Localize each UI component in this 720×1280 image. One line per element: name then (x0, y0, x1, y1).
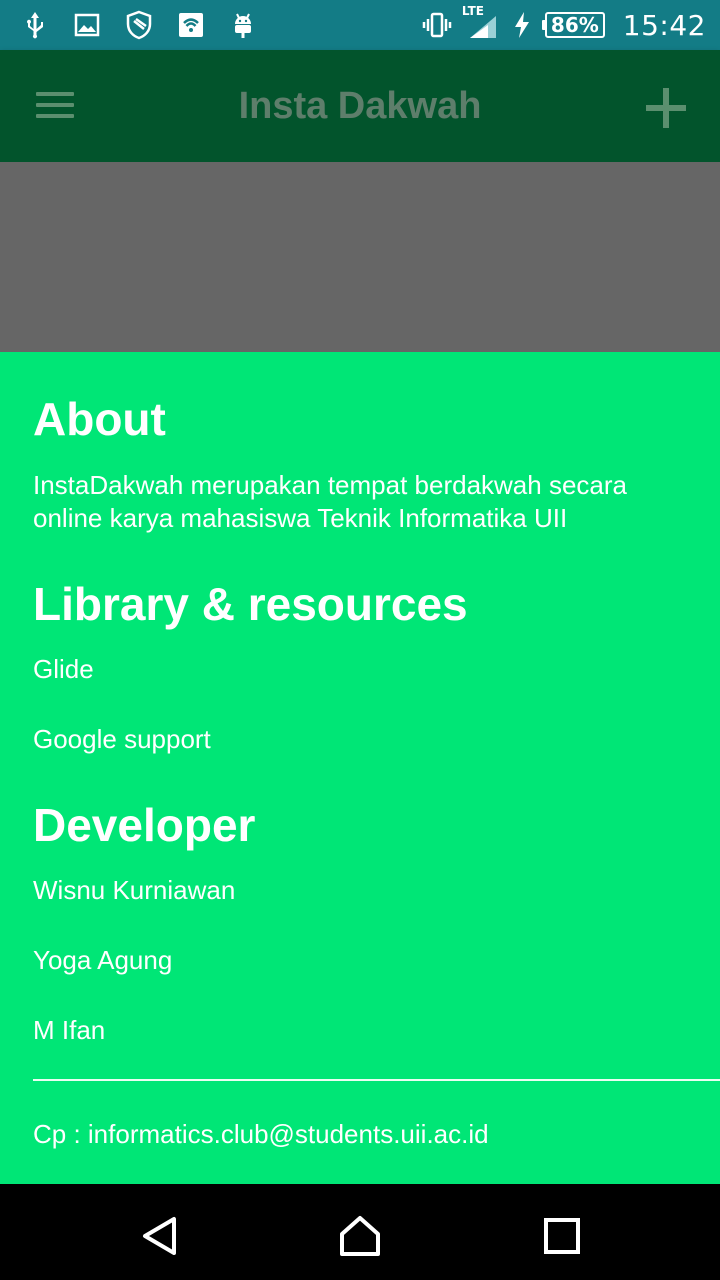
contact-email[interactable]: Cp : informatics.club@students.uii.ac.id (33, 1119, 489, 1150)
back-icon[interactable] (138, 1214, 182, 1258)
library-item-glide[interactable]: Glide (33, 654, 94, 685)
network-type-label: LTE (461, 4, 484, 18)
vibrate-icon (422, 10, 452, 40)
home-icon[interactable] (338, 1214, 382, 1258)
battery-indicator: 86% (541, 12, 605, 38)
image-icon (72, 10, 102, 40)
add-icon[interactable] (644, 86, 688, 130)
developer-item-wisnu[interactable]: Wisnu Kurniawan (33, 875, 235, 906)
library-heading: Library & resources (33, 578, 468, 630)
divider (33, 1079, 720, 1081)
status-left-icons (20, 0, 258, 50)
usb-icon (20, 10, 50, 40)
about-sheet: About InstaDakwah merupakan tempat berda… (0, 352, 720, 1184)
developer-item-ifan[interactable]: M Ifan (33, 1015, 105, 1046)
battery-level: 86% (544, 12, 605, 38)
status-bar: LTE 86% 15:42 (0, 0, 720, 50)
library-item-google-support[interactable]: Google support (33, 724, 211, 755)
wifi-icon (176, 10, 206, 40)
developer-heading: Developer (33, 799, 256, 851)
about-heading: About (33, 393, 166, 445)
developer-item-yoga[interactable]: Yoga Agung (33, 945, 172, 976)
signal-icon: LTE (462, 4, 502, 40)
android-icon (228, 10, 258, 40)
status-right-icons: LTE 86% 15:42 (422, 0, 706, 50)
app-bar: Insta Dakwah (0, 50, 720, 162)
dim-backdrop[interactable] (0, 162, 720, 352)
charging-icon (512, 10, 532, 40)
status-time: 15:42 (622, 8, 706, 42)
recents-icon[interactable] (540, 1214, 584, 1258)
about-text: InstaDakwah merupakan tempat berdakwah s… (33, 470, 627, 533)
navigation-bar (0, 1184, 720, 1280)
shield-icon (124, 10, 154, 40)
app-title: Insta Dakwah (238, 85, 482, 127)
